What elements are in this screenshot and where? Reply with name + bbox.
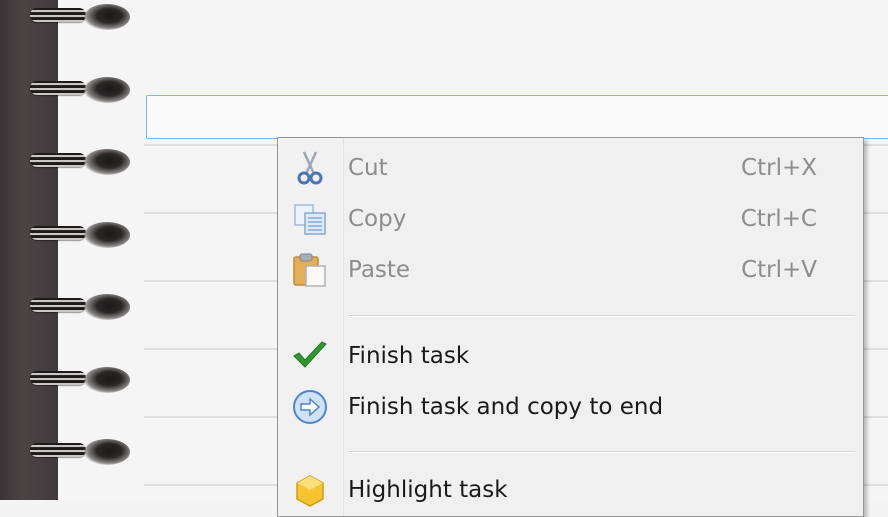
- menu-item-label: Finish task: [348, 343, 470, 369]
- arrow-right-circle-icon: [290, 387, 330, 427]
- context-menu: Cut Ctrl+X Copy Ctrl+C Paste Ctrl+V Fini…: [277, 137, 864, 517]
- menu-item-copy[interactable]: Copy Ctrl+C: [278, 197, 863, 241]
- menu-item-label: Highlight task: [348, 477, 508, 503]
- menu-item-paste[interactable]: Paste Ctrl+V: [278, 248, 863, 292]
- menu-item-finish-task[interactable]: Finish task: [278, 334, 863, 378]
- menu-item-label: Cut: [348, 155, 388, 181]
- spiral-ring: [30, 220, 130, 250]
- spiral-ring: [30, 365, 130, 395]
- menu-separator: [348, 451, 855, 453]
- task-input[interactable]: [146, 95, 888, 139]
- menu-item-shortcut: Ctrl+X: [741, 155, 817, 181]
- menu-item-label: Finish task and copy to end: [348, 394, 664, 420]
- highlight-icon: [290, 470, 330, 510]
- menu-item-cut[interactable]: Cut Ctrl+X: [278, 146, 863, 190]
- menu-item-finish-and-copy[interactable]: Finish task and copy to end: [278, 385, 863, 429]
- spiral-ring: [30, 437, 130, 467]
- menu-item-label: Paste: [348, 257, 411, 283]
- checkmark-icon: [290, 336, 330, 376]
- spiral-ring: [30, 75, 130, 105]
- menu-separator: [348, 315, 855, 317]
- copy-icon: [290, 199, 330, 239]
- menu-item-shortcut: Ctrl+V: [741, 257, 817, 283]
- menu-item-label: Copy: [348, 206, 407, 232]
- menu-item-shortcut: Ctrl+C: [740, 206, 817, 232]
- spiral-ring: [30, 2, 130, 32]
- spiral-ring: [30, 147, 130, 177]
- menu-icon-gutter: [278, 138, 344, 516]
- menu-item-highlight-task[interactable]: Highlight task: [278, 468, 863, 512]
- scissors-icon: [290, 148, 330, 188]
- paste-icon: [290, 250, 330, 290]
- spiral-ring: [30, 292, 130, 322]
